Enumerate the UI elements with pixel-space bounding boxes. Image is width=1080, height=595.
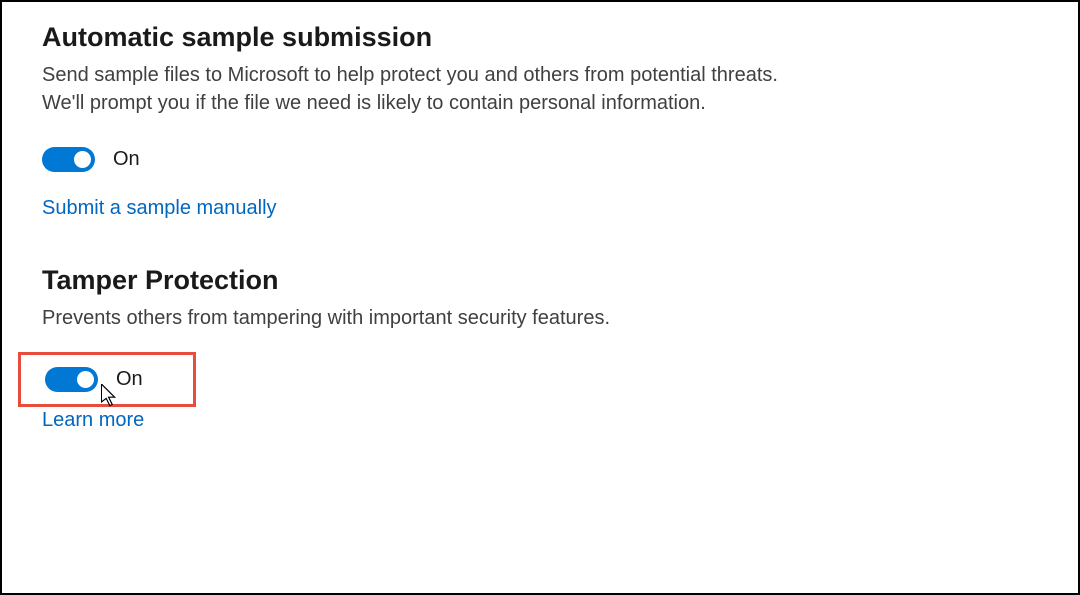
tamper-protection-description: Prevents others from tampering with impo… xyxy=(42,304,782,332)
automatic-sample-submission-section: Automatic sample submission Send sample … xyxy=(42,22,1038,220)
tamper-protection-section: Tamper Protection Prevents others from t… xyxy=(42,265,1038,432)
sample-submission-title: Automatic sample submission xyxy=(42,22,1038,53)
sample-submission-description: Send sample files to Microsoft to help p… xyxy=(42,61,782,117)
toggle-knob-icon xyxy=(74,151,91,168)
tamper-protection-title: Tamper Protection xyxy=(42,265,1038,296)
tamper-protection-toggle[interactable] xyxy=(45,367,98,392)
tamper-protection-toggle-label: On xyxy=(116,368,143,391)
submit-sample-manually-link[interactable]: Submit a sample manually xyxy=(42,197,277,220)
sample-submission-toggle-row: On xyxy=(42,147,1038,172)
tamper-protection-toggle-row: On xyxy=(45,367,181,392)
toggle-knob-icon xyxy=(77,371,94,388)
sample-submission-toggle-label: On xyxy=(113,148,140,171)
sample-submission-toggle[interactable] xyxy=(42,147,95,172)
learn-more-link[interactable]: Learn more xyxy=(42,409,144,432)
highlight-annotation: On xyxy=(18,352,196,407)
